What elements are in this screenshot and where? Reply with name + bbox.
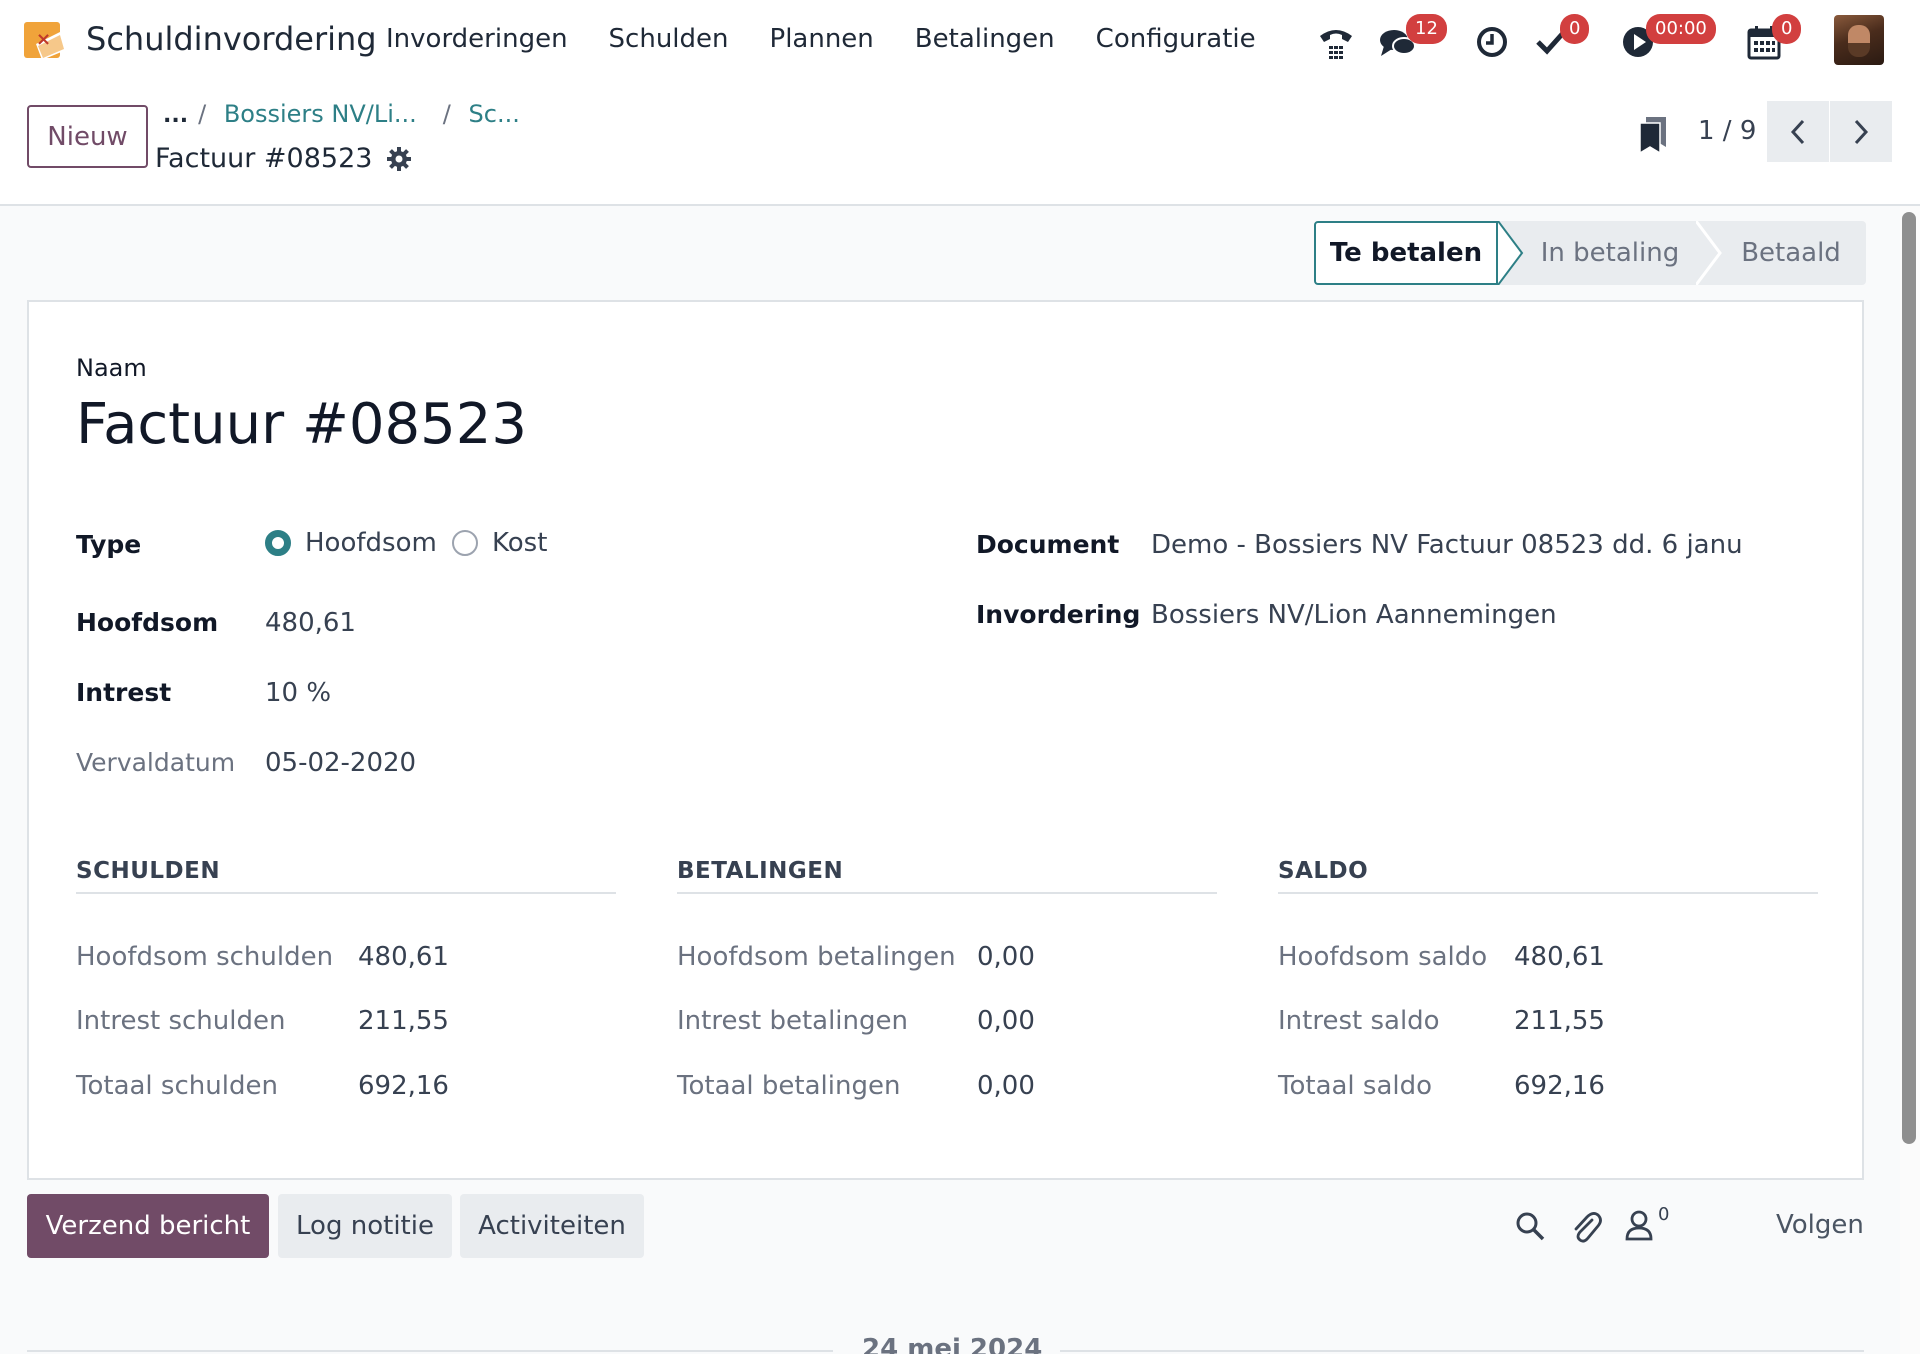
payments-total-value: 0,00 (977, 1071, 1035, 1101)
payments-interest-label: Intrest betalingen (677, 1006, 908, 1036)
balance-group-divider (1278, 892, 1818, 894)
voip-phone-icon[interactable] (1316, 20, 1356, 64)
balance-principal-value: 480,61 (1514, 942, 1605, 972)
debts-total-value: 692,16 (358, 1071, 449, 1101)
collection-field[interactable]: Bossiers NV/Lion Aannemingen (1151, 600, 1557, 630)
collection-label: Invordering (976, 600, 1141, 629)
followers-icon[interactable] (1624, 1208, 1654, 1242)
type-radio-kost[interactable]: Kost (452, 528, 547, 558)
user-avatar[interactable] (1834, 15, 1884, 65)
chevron-right-icon (1854, 119, 1869, 144)
avatar-beard (1848, 43, 1870, 57)
bookmark-icon[interactable] (1636, 115, 1670, 155)
debts-group-title: SCHULDEN (76, 858, 221, 884)
form-sheet: Naam Factuur #08523 Type Hoofdsom Kost H… (27, 300, 1864, 1180)
payments-principal-value: 0,00 (977, 942, 1035, 972)
breadcrumb-separator: / (442, 100, 451, 128)
date-separator-line (27, 1350, 833, 1352)
breadcrumb: ... / Bossiers NV/Li... / Sc... (163, 100, 520, 128)
radio-unselected-icon (452, 530, 478, 556)
balance-interest-value: 211,55 (1514, 1006, 1605, 1036)
gear-icon[interactable] (386, 146, 412, 172)
principal-field[interactable]: 480,61 (265, 608, 356, 638)
balance-total-value: 692,16 (1514, 1071, 1605, 1101)
balance-interest-label: Intrest saldo (1278, 1006, 1440, 1036)
radio-label: Kost (492, 528, 548, 558)
payments-group-divider (677, 892, 1217, 894)
stage-label: In betaling (1540, 238, 1680, 268)
interest-field[interactable]: 10 % (265, 678, 331, 708)
log-note-button[interactable]: Log notitie (278, 1194, 452, 1258)
breadcrumb-debts-link[interactable]: Sc... (469, 100, 520, 128)
debts-total-label: Totaal schulden (76, 1071, 278, 1101)
debts-principal-value: 480,61 (358, 942, 449, 972)
stage-te-betalen[interactable]: Te betalen (1314, 221, 1498, 285)
payments-interest-value: 0,00 (977, 1006, 1035, 1036)
document-field[interactable]: Demo - Bossiers NV Factuur 08523 dd. 6 j… (1151, 530, 1741, 560)
calendar-badge: 0 (1772, 14, 1802, 44)
date-separator-line (1060, 1350, 1864, 1352)
activities-badge: 0 (1560, 14, 1590, 44)
stage-arrow-shape (1696, 221, 1722, 285)
due-date-label: Vervaldatum (76, 748, 236, 777)
due-date-field[interactable]: 05-02-2020 (265, 748, 416, 778)
type-radio-hoofdsom[interactable]: Hoofdsom (265, 528, 437, 558)
stage-arrow-shape (1498, 221, 1524, 285)
payments-group-title: BETALINGEN (677, 858, 844, 884)
scrollbar-thumb[interactable] (1902, 212, 1916, 1144)
debts-principal-label: Hoofdsom schulden (76, 942, 334, 972)
followers-count: 0 (1658, 1204, 1670, 1225)
chevron-left-icon (1790, 119, 1805, 144)
systray: 12 0 00:00 0 (0, 14, 1920, 70)
send-message-button[interactable]: Verzend bericht (27, 1194, 269, 1258)
stage-betaald[interactable]: Betaald (1696, 221, 1866, 285)
payments-principal-label: Hoofdsom betalingen (677, 942, 956, 972)
record-title: Factuur #08523 (155, 143, 373, 174)
debts-interest-value: 211,55 (358, 1006, 449, 1036)
pager-previous-button[interactable] (1767, 101, 1829, 162)
principal-label: Hoofdsom (76, 608, 219, 637)
breadcrumb-more[interactable]: ... (163, 103, 188, 128)
record-title-row: Factuur #08523 (155, 143, 412, 174)
radio-label: Hoofdsom (305, 528, 437, 558)
new-record-button[interactable]: Nieuw (27, 105, 148, 168)
stage-label: Betaald (1741, 238, 1841, 268)
document-label: Document (976, 530, 1120, 559)
balance-principal-label: Hoofdsom saldo (1278, 942, 1488, 972)
stage-in-betaling[interactable]: In betaling (1498, 221, 1696, 285)
status-bar: Te betalen In betaling Betaald (1314, 221, 1866, 285)
name-label: Naam (76, 354, 147, 382)
interest-label: Intrest (76, 678, 172, 707)
stage-label: Te betalen (1329, 238, 1483, 268)
payments-total-label: Totaal betalingen (677, 1071, 901, 1101)
search-icon[interactable] (1514, 1210, 1546, 1242)
paperclip-icon[interactable] (1570, 1210, 1602, 1244)
type-label: Type (76, 530, 142, 559)
radio-selected-icon (265, 530, 291, 556)
record-name-field[interactable]: Factuur #08523 (76, 392, 527, 457)
debts-group-divider (76, 892, 616, 894)
date-separator-label: 24 mei 2024 (862, 1334, 1043, 1354)
debts-interest-label: Intrest schulden (76, 1006, 286, 1036)
top-navbar: × Schuldinvordering Invorderingen Schuld… (0, 0, 1920, 82)
balance-group-title: SALDO (1278, 858, 1369, 884)
timer-badge: 00:00 (1646, 14, 1716, 44)
pager-next-button[interactable] (1830, 101, 1892, 162)
clock-icon[interactable] (1472, 20, 1512, 64)
messages-badge: 12 (1406, 14, 1447, 44)
balance-total-label: Totaal saldo (1278, 1071, 1433, 1101)
breadcrumb-collection-link[interactable]: Bossiers NV/Li... (224, 100, 417, 128)
follow-button[interactable]: Volgen (1776, 1210, 1864, 1240)
activities-button[interactable]: Activiteiten (460, 1194, 644, 1258)
breadcrumb-separator: / (198, 100, 207, 128)
pager-value[interactable]: 1 / 9 (1698, 116, 1756, 146)
